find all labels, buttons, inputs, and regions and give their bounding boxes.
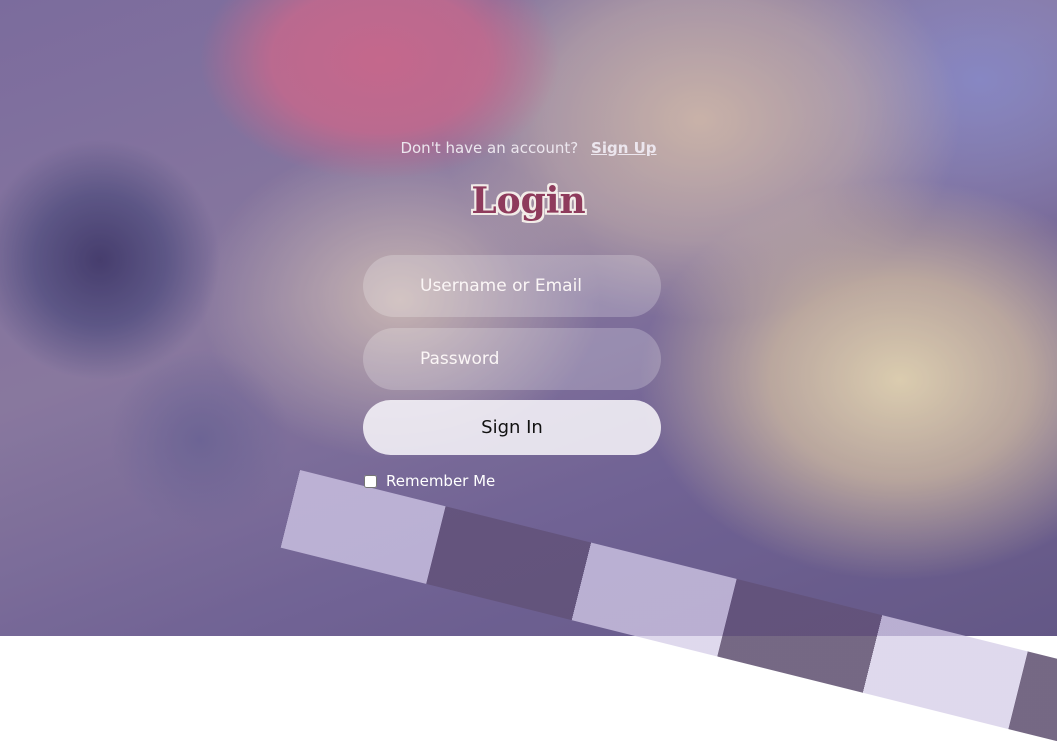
signup-prompt-text: Don't have an account? [400,139,579,157]
remember-me[interactable]: Remember Me [363,472,495,490]
page-title: Login [471,180,586,222]
sign-in-button[interactable]: Sign In [363,400,661,455]
signup-prompt: Don't have an account? Sign Up [0,139,1057,157]
username-input[interactable] [363,255,661,317]
remember-me-label: Remember Me [386,472,496,490]
background-overlay [0,0,1057,636]
password-input[interactable] [363,328,661,390]
remember-me-checkbox[interactable] [364,474,377,488]
signup-link[interactable]: Sign Up [591,139,657,157]
